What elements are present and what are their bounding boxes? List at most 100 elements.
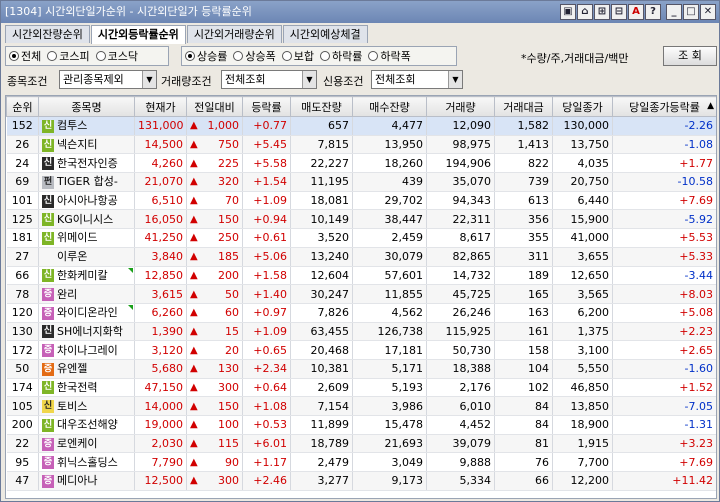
market-radio-all[interactable]: 전체	[9, 48, 41, 64]
col-header-close-rate[interactable]: 당일종가등락률 ▲	[612, 96, 716, 117]
stock-name[interactable]: 유엔젤	[57, 362, 87, 375]
up-arrow-icon: ▲	[190, 269, 198, 281]
print-icon[interactable]: ⊟	[611, 4, 627, 20]
diff-value: 225	[218, 156, 239, 170]
volume-condition-select[interactable]: 전체조회 ▼	[221, 70, 317, 89]
table-row[interactable]: 174 신 한국전력 47,150 ▲ 300 +0.64 2,609 5,193 2,176 10…	[6, 378, 716, 398]
stock-name[interactable]: 아시아나항공	[57, 194, 118, 207]
tab-expected-fill[interactable]: 시간외예상체결	[282, 25, 368, 43]
cell-volume: 9,888	[426, 452, 495, 473]
cell-buy-remain: 3,049	[352, 452, 427, 473]
table-row[interactable]: 69 펀 TIGER 합성- 21,070 ▲ 320 +1.54 11,195 439 35,0…	[6, 172, 716, 192]
cell-sell-remain: 20,468	[290, 340, 353, 360]
table-row[interactable]: 200 신 대우조선해양 19,000 ▲ 100 +0.53 11,899 15,478 4,4…	[6, 415, 716, 435]
screen-icon[interactable]: ▣	[560, 4, 576, 20]
table-row[interactable]: 22 증 로엔케이 2,030 ▲ 115 +6.01 18,789 21,693 39,079 8…	[6, 434, 716, 454]
cell-rate: +1.40	[242, 284, 291, 304]
stock-name[interactable]: 한국전자인증	[57, 157, 118, 170]
stock-name[interactable]: 휘닉스홀딩스	[57, 456, 118, 469]
table-row[interactable]: 50 증 유엔젤 5,680 ▲ 130 +2.34 10,381 5,171 18,388 104…	[6, 359, 716, 379]
font-size-icon[interactable]: A	[628, 4, 644, 20]
market-radio-kosdaq[interactable]: 코스닥	[95, 48, 138, 64]
sort-radio-up-rate[interactable]: 상승률	[185, 48, 227, 64]
sort-radio-down-amount[interactable]: 하락폭	[368, 48, 411, 64]
table-row[interactable]: 101 신 아시아나항공 6,510 ▲ 70 +1.09 18,081 29,702 94,34…	[6, 191, 716, 211]
col-header-sell-remain[interactable]: 매도잔량	[290, 96, 353, 117]
link-icon[interactable]: ⊞	[594, 4, 610, 20]
col-header-volume[interactable]: 거래량	[426, 96, 495, 117]
home-icon[interactable]: ⌂	[577, 4, 593, 20]
cell-close: 6,200	[552, 303, 613, 323]
table-row[interactable]: 47 증 메디아나 12,500 ▲ 300 +2.46 3,277 9,173 5,334 66 1…	[6, 471, 716, 491]
market-radio-kospi[interactable]: 코스피	[47, 48, 90, 64]
sort-radio-flat[interactable]: 보합	[281, 48, 314, 64]
stock-name[interactable]: 와이디온라인	[57, 306, 118, 319]
cell-amount: 66	[494, 471, 553, 491]
sort-radio-down-rate[interactable]: 하락률	[320, 48, 362, 64]
table-row[interactable]: 172 증 차이나그레이 3,120 ▲ 20 +0.65 20,468 17,181 50,73…	[6, 340, 716, 360]
stock-name[interactable]: 넥슨지티	[57, 138, 97, 151]
table-row[interactable]: 130 신 SH에너지화학 1,390 ▲ 15 +1.09 63,455 126,738 115…	[6, 322, 716, 342]
cell-close-rate: -10.58	[612, 172, 716, 192]
minimize-icon[interactable]: _	[666, 4, 682, 20]
table-row[interactable]: 26 신 넥슨지티 14,500 ▲ 750 +5.45 7,815 13,950 98,975 1…	[6, 135, 716, 155]
cell-close: 41,000	[552, 228, 613, 248]
diff-value: 70	[225, 194, 239, 208]
up-arrow-icon: ▲	[190, 213, 198, 225]
sort-radio-up-amount[interactable]: 상승폭	[233, 48, 276, 64]
stock-name[interactable]: 이루온	[57, 250, 87, 263]
col-header-diff[interactable]: 전일대비	[186, 96, 243, 117]
stock-name[interactable]: 한국전력	[57, 381, 97, 394]
col-header-rate[interactable]: 등락률	[242, 96, 291, 117]
up-arrow-icon: ▲	[190, 307, 198, 319]
query-button[interactable]: 조 회	[663, 46, 717, 66]
stock-name[interactable]: 토비스	[57, 400, 87, 413]
unit-note: *수량/주,거래대금/백만	[521, 52, 629, 65]
cell-rank: 174	[6, 378, 39, 398]
col-header-name[interactable]: 종목명	[38, 96, 135, 117]
table-row[interactable]: 120 증 와이디온라인 6,260 ▲ 60 +0.97 7,826 4,562 26,246 1…	[6, 303, 716, 323]
stock-name[interactable]: 메디아나	[57, 474, 97, 487]
stock-name[interactable]: 로엔케이	[57, 437, 97, 450]
tab-volume-rank[interactable]: 시간외거래량순위	[186, 25, 282, 43]
stock-condition-select[interactable]: 관리종목제외 ▼	[59, 70, 157, 89]
col-header-rank[interactable]: 순위	[6, 96, 39, 117]
stock-name[interactable]: 차이나그레이	[57, 344, 118, 357]
cell-amount: 1,582	[494, 116, 553, 136]
close-icon[interactable]: ✕	[700, 4, 716, 20]
col-header-price[interactable]: 현재가	[134, 96, 187, 117]
maximize-icon[interactable]: □	[683, 4, 699, 20]
table-row[interactable]: 105 신 토비스 14,000 ▲ 150 +1.08 7,154 3,986 6,010 84 1…	[6, 396, 716, 416]
stock-name[interactable]: 한화케미칼	[57, 269, 108, 282]
col-header-buy-remain[interactable]: 매수잔량	[352, 96, 427, 117]
table-row[interactable]: 152 신 컴투스 131,000 ▲ 1,000 +0.77 657 4,477 12,090 1…	[6, 116, 716, 136]
stock-name[interactable]: SH에너지화학	[57, 325, 123, 338]
table-row[interactable]: 181 신 위메이드 41,250 ▲ 250 +0.61 3,520 2,459 8,617 35…	[6, 228, 716, 248]
table-row[interactable]: 78 증 완리 3,615 ▲ 50 +1.40 30,247 11,855 45,725 165 3…	[6, 284, 716, 304]
stock-name[interactable]: 대우조선해양	[57, 418, 118, 431]
table-row[interactable]: 95 증 휘닉스홀딩스 7,790 ▲ 90 +1.17 2,479 3,049 9,888 76 7…	[6, 452, 716, 473]
ranking-table: 순위 종목명 현재가 전일대비 등락률 매도잔량 매수잔량 거래량 거래대금 당…	[6, 96, 716, 491]
stock-name[interactable]: 완리	[57, 288, 77, 301]
stock-name[interactable]: 컴투스	[57, 119, 87, 132]
cell-rate: +0.94	[242, 209, 291, 230]
stock-name[interactable]: TIGER 합성-	[57, 175, 118, 188]
table-row[interactable]: 24 신 한국전자인증 4,260 ▲ 225 +5.58 22,227 18,260 194,9…	[6, 153, 716, 174]
tab-change-rate-rank[interactable]: 시간외등락률순위	[90, 25, 186, 44]
table-row[interactable]: 27 이루온 3,840 ▲ 185 +5.06 13,240 30,079 82,865 311…	[6, 247, 716, 267]
col-header-amount[interactable]: 거래대금	[494, 96, 553, 117]
radio-off-icon	[95, 51, 106, 61]
diff-value: 60	[225, 306, 239, 320]
cell-price: 7,790	[134, 452, 187, 473]
table-row[interactable]: 66 신 한화케미칼 12,850 ▲ 200 +1.58 12,604 57,601 14,73…	[6, 266, 716, 286]
credit-condition-select[interactable]: 전체조회 ▼	[371, 70, 463, 89]
help-icon[interactable]: ?	[645, 4, 661, 20]
stock-name[interactable]: 위메이드	[57, 231, 97, 244]
table-row[interactable]: 125 신 KG이니시스 16,050 ▲ 150 +0.94 10,149 38,447 22,…	[6, 209, 716, 230]
up-arrow-icon: ▲	[190, 419, 198, 431]
stock-name[interactable]: KG이니시스	[57, 213, 113, 226]
scroll-up-icon[interactable]: ▲	[707, 101, 714, 111]
tab-remaining-rank[interactable]: 시간외잔량순위	[5, 25, 90, 43]
ranking-grid[interactable]: 순위 종목명 현재가 전일대비 등락률 매도잔량 매수잔량 거래량 거래대금 당…	[5, 95, 717, 499]
col-header-close[interactable]: 당일종가	[552, 96, 613, 117]
